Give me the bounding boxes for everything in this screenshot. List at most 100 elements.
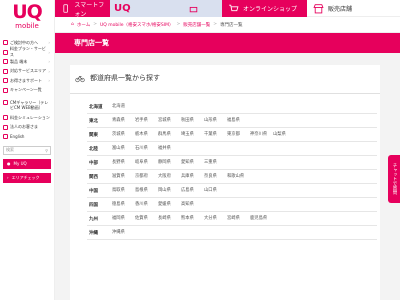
prefecture-link[interactable]: 滋賀県 <box>112 170 135 183</box>
prefecture-link[interactable]: 東京都 <box>227 128 250 141</box>
prefecture-link[interactable]: 山口県 <box>204 184 227 197</box>
prefecture-link[interactable]: 秋田県 <box>181 114 204 127</box>
prefecture-link[interactable]: 静岡県 <box>158 156 181 169</box>
prefecture-list: 茨城県 栃木県 群馬県 埼玉県 千葉県 東京都 神奈川県 山梨県 <box>112 128 377 141</box>
prefecture-link[interactable]: 福島県 <box>227 114 250 127</box>
prefecture-link[interactable]: 石川県 <box>135 142 158 155</box>
region-label: 北海道 <box>89 104 103 110</box>
sidebar-item-label: ご検討中の方へ <box>10 39 38 45</box>
prefecture-list: 福岡県 佐賀県 長崎県 熊本県 大分県 宮崎県 鹿児島県 <box>112 212 377 225</box>
tab-wimax-logo[interactable]: UQ <box>110 0 182 17</box>
prefecture-link[interactable]: 大分県 <box>204 212 227 225</box>
chat-tab-label: チャットで質問 <box>392 163 397 195</box>
region-label: 関西 <box>89 174 98 180</box>
prefecture-link[interactable]: 熊本県 <box>181 212 204 225</box>
sidebar-item-english[interactable]: English <box>0 132 54 142</box>
prefecture-link[interactable]: 兵庫県 <box>181 170 204 183</box>
prefecture-link[interactable]: 高知県 <box>181 198 204 211</box>
sidebar-item-label: キャンペーン一覧 <box>10 87 42 93</box>
section-heading: 都道府県一覧から探す <box>75 73 160 83</box>
prefecture-list: 鳥取県 島根県 岡山県 広島県 山口県 <box>112 184 377 197</box>
prefecture-link[interactable]: 千葉県 <box>204 128 227 141</box>
prefecture-link[interactable]: 宮城県 <box>158 114 181 127</box>
tab-online-shop[interactable]: オンラインショップ <box>222 0 307 17</box>
region-label: 関東 <box>89 132 98 138</box>
sidebar-item-business[interactable]: 法人のお客さま <box>0 123 54 133</box>
sidebar-item-label: 製品 端末 <box>10 58 28 64</box>
sidebar-item-label: English <box>10 134 25 140</box>
sidebar-item-devices[interactable]: 製品 端末 › <box>0 57 54 67</box>
prefecture-link[interactable]: 長野県 <box>112 156 135 169</box>
my-uq-button[interactable]: ● My UQ <box>3 158 51 169</box>
prefecture-link[interactable]: 茨城県 <box>112 128 135 141</box>
chat-tab[interactable]: チャットで質問 <box>388 155 400 203</box>
sidebar-item-support[interactable]: お得さまサポート › <box>0 76 54 86</box>
uq-wimax-logo: UQ <box>114 3 131 14</box>
sidebar-item-area[interactable]: 対応サービスエリア › <box>0 67 54 77</box>
area-check-button[interactable]: › エリアチェック <box>3 172 51 183</box>
prefecture-list: 青森県 岩手県 宮城県 秋田県 山形県 福島県 <box>112 114 377 127</box>
uq-mobile-logo[interactable]: UQ mobile <box>0 0 55 33</box>
prefecture-link[interactable]: 群馬県 <box>158 128 181 141</box>
prefecture-link[interactable]: 山形県 <box>204 114 227 127</box>
prefecture-link[interactable]: 宮崎県 <box>227 212 250 225</box>
prefecture-link[interactable]: 福井県 <box>158 142 181 155</box>
prefecture-link[interactable]: 佐賀県 <box>135 212 158 225</box>
prefecture-link[interactable]: 鳥取県 <box>112 184 135 197</box>
user-icon: ● <box>7 161 11 166</box>
sidebar-item-plans[interactable]: 料金プラン・サービス › <box>0 46 54 57</box>
tab-smartphone[interactable]: スマートフォン <box>55 0 110 18</box>
tab-store-label: 販売店舗 <box>328 5 353 13</box>
divider <box>70 93 380 94</box>
prefecture-link[interactable]: 奈良県 <box>204 170 227 183</box>
prefecture-link[interactable]: 愛媛県 <box>158 198 181 211</box>
prefecture-link[interactable]: 広島県 <box>181 184 204 197</box>
prefecture-link[interactable]: 福岡県 <box>112 212 135 225</box>
prefecture-link[interactable]: 北海道 <box>112 100 135 113</box>
cart-icon <box>229 4 239 12</box>
prefecture-link[interactable]: 三重県 <box>204 156 227 169</box>
table-row: 関東 茨城県 栃木県 群馬県 埼玉県 千葉県 東京都 神奈川県 山梨県 <box>87 128 377 142</box>
prefecture-link[interactable]: 岡山県 <box>158 184 181 197</box>
sidebar-item-label: CMギャラリー（テレビCM WEB動画） <box>10 100 49 110</box>
prefecture-link[interactable]: 京都府 <box>135 170 158 183</box>
sidebar-item-campaigns[interactable]: キャンペーン一覧 <box>0 86 54 96</box>
search-input[interactable]: 検索 ⚲ <box>3 145 51 155</box>
search-icon[interactable]: ⚲ <box>45 148 48 153</box>
sidebar-item-cm-gallery[interactable]: CMギャラリー（テレビCM WEB動画） <box>0 100 54 113</box>
prefecture-link[interactable]: 徳島県 <box>112 198 135 211</box>
search-placeholder: 検索 <box>6 147 14 152</box>
prefecture-link[interactable]: 香川県 <box>135 198 158 211</box>
phone-icon <box>3 59 8 65</box>
prefecture-link[interactable]: 神奈川県 <box>250 128 273 141</box>
tab-mobile-net-icon-area[interactable] <box>182 0 222 17</box>
prefecture-link[interactable]: 富山県 <box>112 142 135 155</box>
prefecture-link[interactable]: 沖縄県 <box>112 226 135 239</box>
page-title: 専門店一覧 <box>55 33 400 53</box>
prefecture-link[interactable]: 埼玉県 <box>181 128 204 141</box>
prefecture-link[interactable]: 岩手県 <box>135 114 158 127</box>
region-label: 九州 <box>89 216 98 222</box>
prefecture-link[interactable]: 島根県 <box>135 184 158 197</box>
breadcrumb-item-home[interactable]: ホーム <box>77 22 90 28</box>
prefecture-link[interactable]: 鹿児島県 <box>250 212 273 225</box>
tab-store[interactable]: 販売店舗 <box>307 0 400 17</box>
prefecture-link[interactable]: 和歌山県 <box>227 170 250 183</box>
prefecture-link[interactable]: 大阪府 <box>158 170 181 183</box>
prefecture-link[interactable]: 愛知県 <box>181 156 204 169</box>
table-row: 中国 鳥取県 島根県 岡山県 広島県 山口県 <box>87 184 377 198</box>
prefecture-link[interactable]: 長崎県 <box>158 212 181 225</box>
prefecture-link[interactable]: 栃木県 <box>135 128 158 141</box>
prefecture-link[interactable]: 山梨県 <box>273 128 296 141</box>
globe-icon <box>3 134 8 140</box>
table-row: 沖縄 沖縄県 <box>87 226 377 240</box>
prefecture-link[interactable]: 岐阜県 <box>135 156 158 169</box>
region-label: 北陸 <box>89 146 98 152</box>
tab-smartphone-label: スマートフォン <box>74 1 105 18</box>
prefecture-link[interactable]: 青森県 <box>112 114 135 127</box>
sidebar-item-simulation[interactable]: 料金シミュレーション <box>0 113 54 123</box>
breadcrumb-item-uq-mobile[interactable]: UQ mobile（格安スマホ/格安SIM） <box>100 22 173 28</box>
home-icon[interactable]: ⌂ <box>71 22 74 27</box>
prefecture-card: 都道府県一覧から探す 北海道 北海道 東北 青森県 岩手県 宮城県 秋田県 山形県 福島県 関東 茨… <box>70 65 380 300</box>
breadcrumb-item-store-list[interactable]: 販売店舗一覧 <box>183 22 210 28</box>
